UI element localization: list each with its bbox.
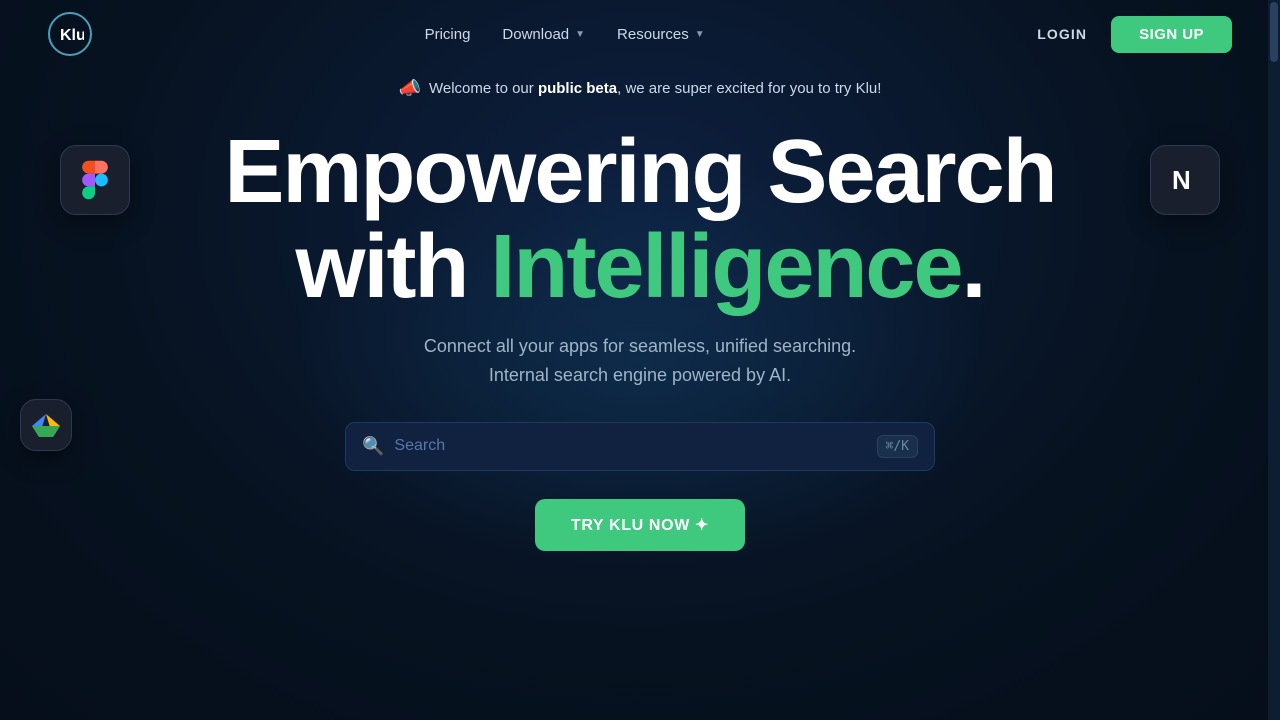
login-button[interactable]: LOGIN xyxy=(1037,26,1087,42)
announcement-banner: 📣 Welcome to our public beta, we are sup… xyxy=(0,68,1280,105)
nav-center: Pricing Download ▼ Resources ▼ xyxy=(425,26,705,43)
banner-text: Welcome to our public beta, we are super… xyxy=(429,80,881,97)
search-input[interactable] xyxy=(394,437,866,455)
download-chevron-icon: ▼ xyxy=(575,29,585,40)
hero-title: Empowering Search with Intelligence. xyxy=(224,125,1055,314)
drive-icon xyxy=(20,399,72,451)
hero-subtitle: Connect all your apps for seamless, unif… xyxy=(424,332,856,390)
svg-text:N: N xyxy=(1172,165,1191,195)
nav-pricing[interactable]: Pricing xyxy=(425,26,471,43)
cta-container: TRY KLU NOW ✦ xyxy=(535,499,745,551)
notion-icon: N xyxy=(1150,145,1220,215)
figma-icon xyxy=(60,145,130,215)
logo[interactable]: Klu xyxy=(48,12,92,56)
scrollbar[interactable] xyxy=(1268,0,1280,720)
search-icon: 🔍 xyxy=(362,436,384,457)
banner-icon: 📣 xyxy=(399,78,421,99)
svg-text:Klu: Klu xyxy=(60,27,84,44)
cta-button[interactable]: TRY KLU NOW ✦ xyxy=(535,499,745,551)
signup-button[interactable]: SIGN UP xyxy=(1111,16,1232,53)
navbar: Klu Pricing Download ▼ Resources ▼ LOGIN… xyxy=(0,0,1280,68)
search-shortcut: ⌘/K xyxy=(877,435,918,458)
resources-chevron-icon: ▼ xyxy=(695,29,705,40)
hero-section: N Empowering Search with Intelligence. C… xyxy=(0,105,1280,551)
search-container: 🔍 ⌘/K xyxy=(345,422,935,471)
nav-download[interactable]: Download ▼ xyxy=(502,26,585,43)
nav-right: LOGIN SIGN UP xyxy=(1037,16,1232,53)
search-bar[interactable]: 🔍 ⌘/K xyxy=(345,422,935,471)
nav-resources[interactable]: Resources ▼ xyxy=(617,26,705,43)
